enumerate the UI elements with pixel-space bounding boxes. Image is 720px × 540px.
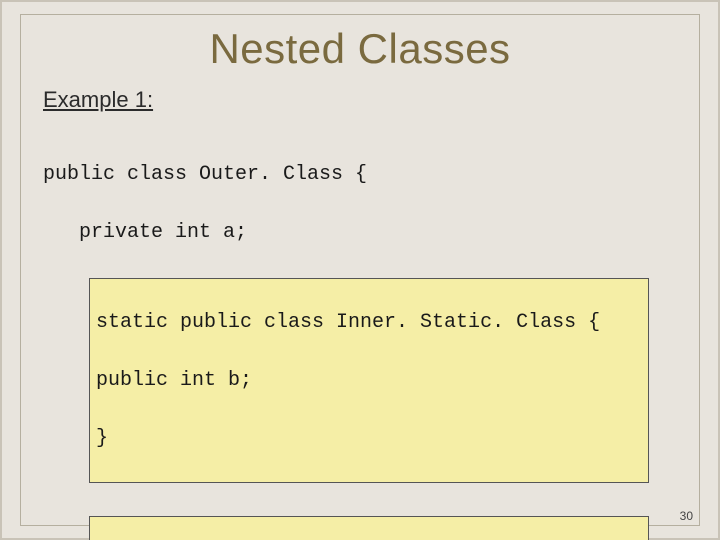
code-line: private int a;	[43, 218, 677, 247]
code-block: public class Outer. Class { private int …	[43, 131, 677, 540]
highlight-box-static-inner: static public class Inner. Static. Class…	[89, 278, 649, 483]
code-line: static public class Inner. Static. Class…	[96, 308, 642, 337]
code-line: public class Outer. Class {	[43, 160, 677, 189]
slide: Nested Classes Example 1: public class O…	[0, 0, 720, 540]
code-line: public int b;	[96, 366, 642, 395]
example-label: Example 1:	[43, 87, 677, 113]
slide-frame: Nested Classes Example 1: public class O…	[20, 14, 700, 526]
code-line: }	[96, 424, 642, 453]
highlight-box-inner-class: public class Inner. Class { public void …	[89, 516, 649, 540]
page-number: 30	[680, 509, 693, 523]
page-title: Nested Classes	[43, 25, 677, 73]
